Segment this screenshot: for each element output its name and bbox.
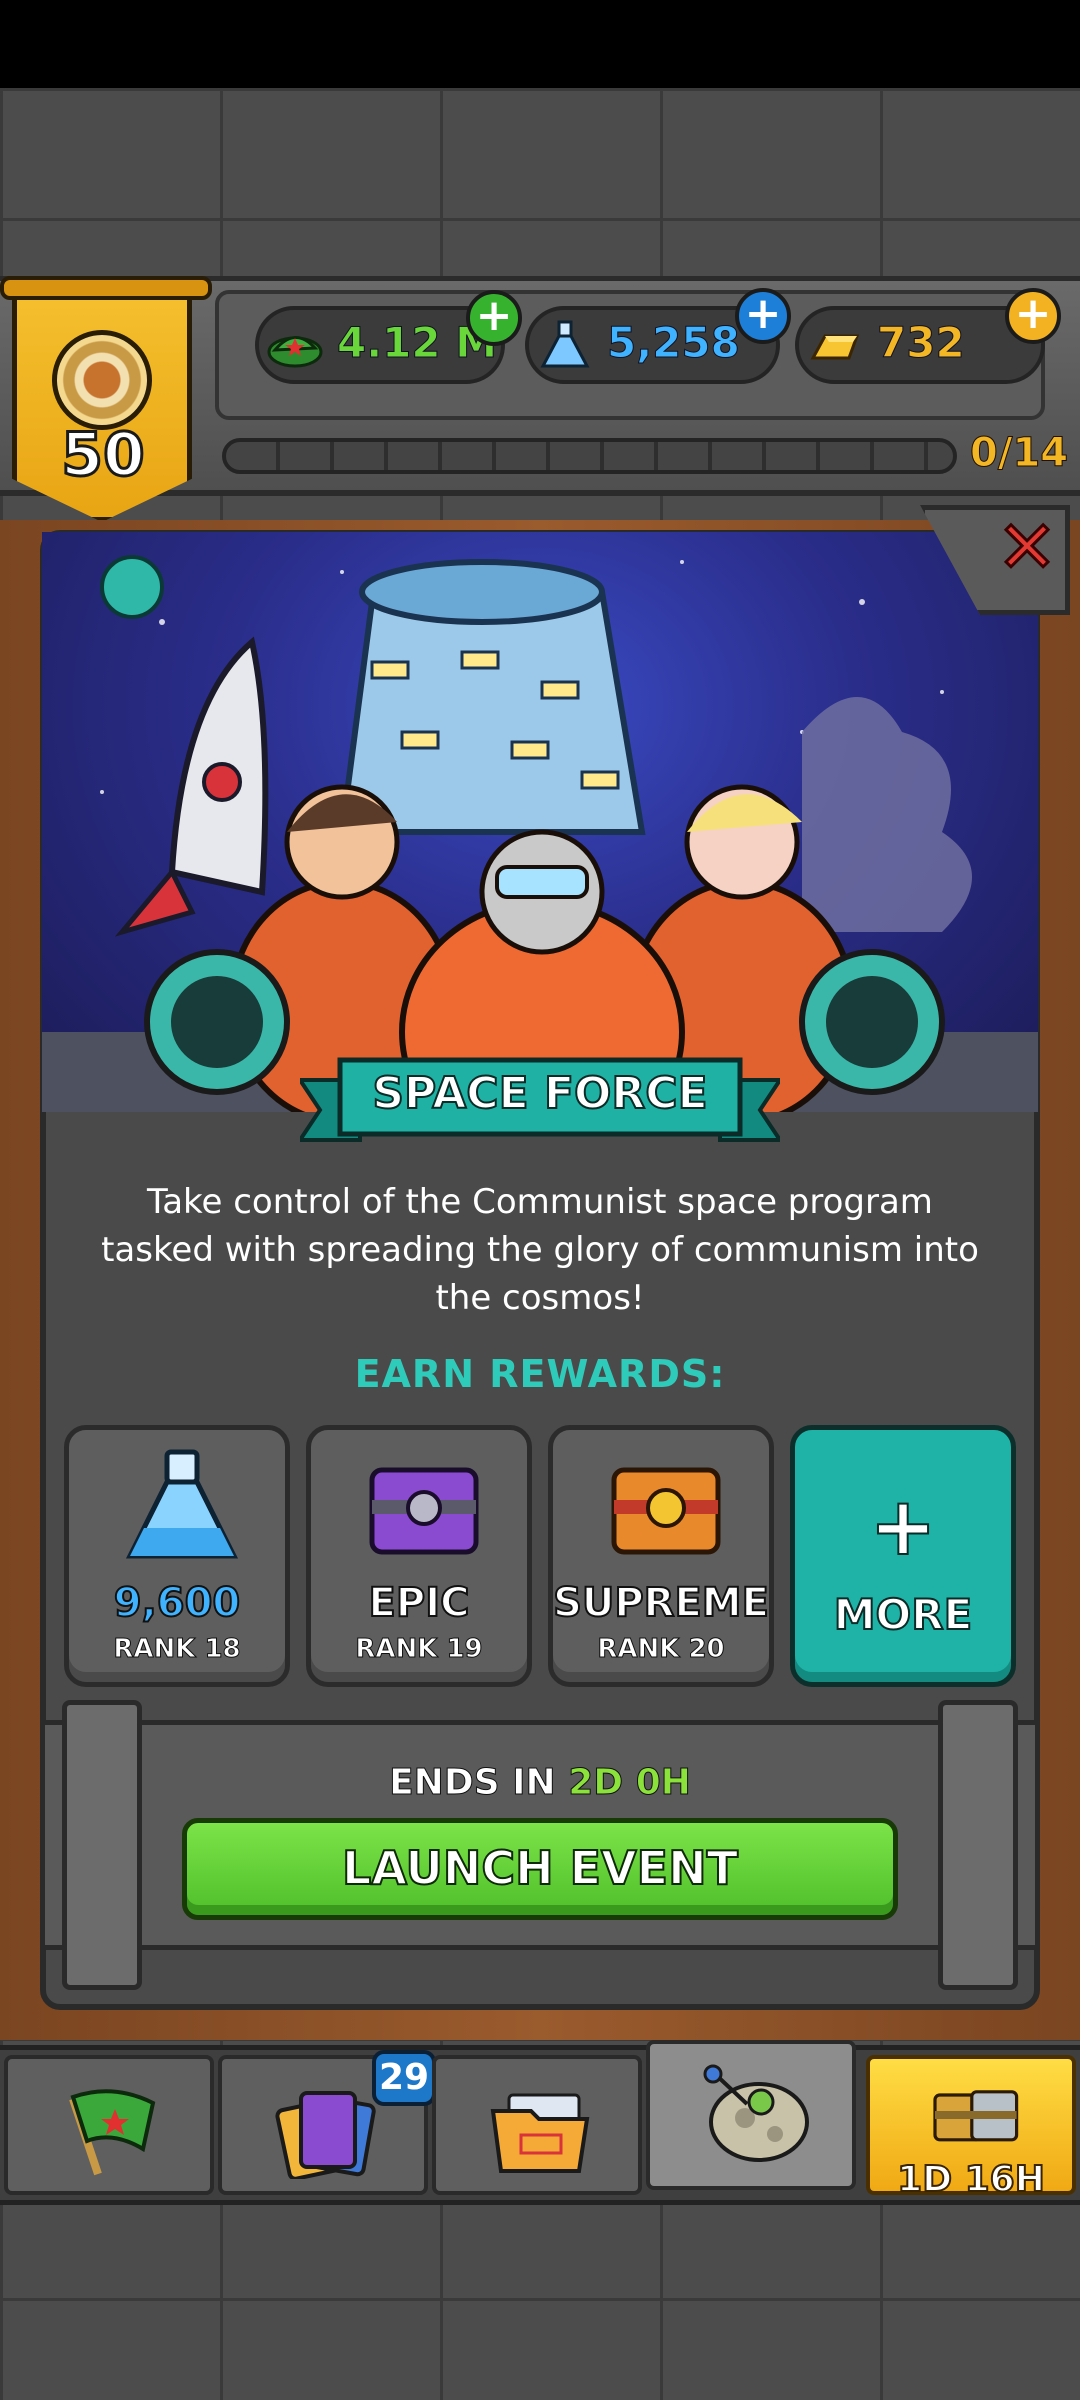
ends-in-label: ENDS IN	[389, 1762, 557, 1804]
description-line: the cosmos!	[435, 1278, 645, 1318]
rank-progress-label: 0/14	[969, 430, 1069, 477]
science-value: 5,258	[607, 318, 741, 368]
flag-icon	[69, 2089, 156, 2176]
crates-timer: 1D 16H	[896, 2158, 1046, 2201]
more-rewards-button[interactable]: + MORE	[790, 1425, 1016, 1687]
gold-bar-icon	[810, 334, 860, 360]
crates-icon	[933, 2090, 1019, 2142]
flask-icon	[125, 1449, 239, 1559]
rank-level: 50	[60, 419, 147, 492]
nav-tab-crates[interactable]: 1D 16H	[866, 2055, 1076, 2201]
asteroid-icon	[703, 2064, 809, 2162]
earn-rewards-label: EARN REWARDS:	[354, 1352, 726, 1396]
rank-progress-bar	[222, 438, 957, 474]
rail-post-right	[938, 1700, 1018, 1990]
cards-count-badge: 29	[372, 2050, 436, 2106]
rail-post-left	[62, 1700, 142, 1990]
nav-tab-space[interactable]	[646, 2040, 856, 2190]
reward-card-rank-18[interactable]: 9,600 RANK 18	[64, 1425, 290, 1687]
close-button[interactable]: ✕	[992, 510, 1062, 585]
description-line: Take control of the Communist space prog…	[147, 1182, 933, 1222]
rank-banner-rod	[0, 276, 212, 300]
folder-icon	[490, 2093, 590, 2173]
nav-tab-flag[interactable]	[4, 2055, 214, 2195]
gold-value: 732	[877, 318, 966, 368]
status-bar	[0, 0, 1080, 88]
add-science-button[interactable]: +	[735, 288, 791, 344]
reward-rank: RANK 19	[355, 1634, 483, 1665]
add-cash-button[interactable]: +	[466, 290, 522, 346]
supreme-crate-icon	[611, 1467, 721, 1555]
nav-tab-files[interactable]	[432, 2055, 642, 2195]
add-gold-button[interactable]: +	[1005, 288, 1061, 344]
event-description: Take control of the Communist space prog…	[90, 1178, 990, 1322]
reward-card-rank-19[interactable]: EPIC RANK 19	[306, 1425, 532, 1687]
more-label: MORE	[833, 1589, 974, 1640]
description-line: tasked with spreading the glory of commu…	[101, 1230, 979, 1270]
ends-in-time: 2D 0H	[568, 1762, 692, 1804]
epic-crate-icon	[369, 1467, 479, 1555]
rank-medal-icon	[52, 330, 152, 430]
cards-icon	[275, 2091, 376, 2179]
reward-value: EPIC	[368, 1579, 471, 1627]
plus-icon: +	[868, 1479, 937, 1574]
reward-rank: RANK 18	[113, 1634, 241, 1665]
event-timer: ENDS IN 2D 0H	[0, 1762, 1080, 1804]
launch-event-button[interactable]: LAUNCH EVENT	[182, 1818, 898, 1920]
reward-rank: RANK 20	[597, 1634, 725, 1665]
launch-event-label: LAUNCH EVENT	[341, 1840, 739, 1896]
reward-value: 9,600	[113, 1579, 242, 1627]
reward-card-rank-20[interactable]: SUPREME RANK 20	[548, 1425, 774, 1687]
space-force-illustration	[42, 532, 1038, 1112]
reward-value: SUPREME	[552, 1579, 770, 1627]
cap-icon	[267, 336, 323, 368]
event-title: SPACE FORCE	[371, 1067, 708, 1120]
flask-icon	[540, 320, 590, 368]
